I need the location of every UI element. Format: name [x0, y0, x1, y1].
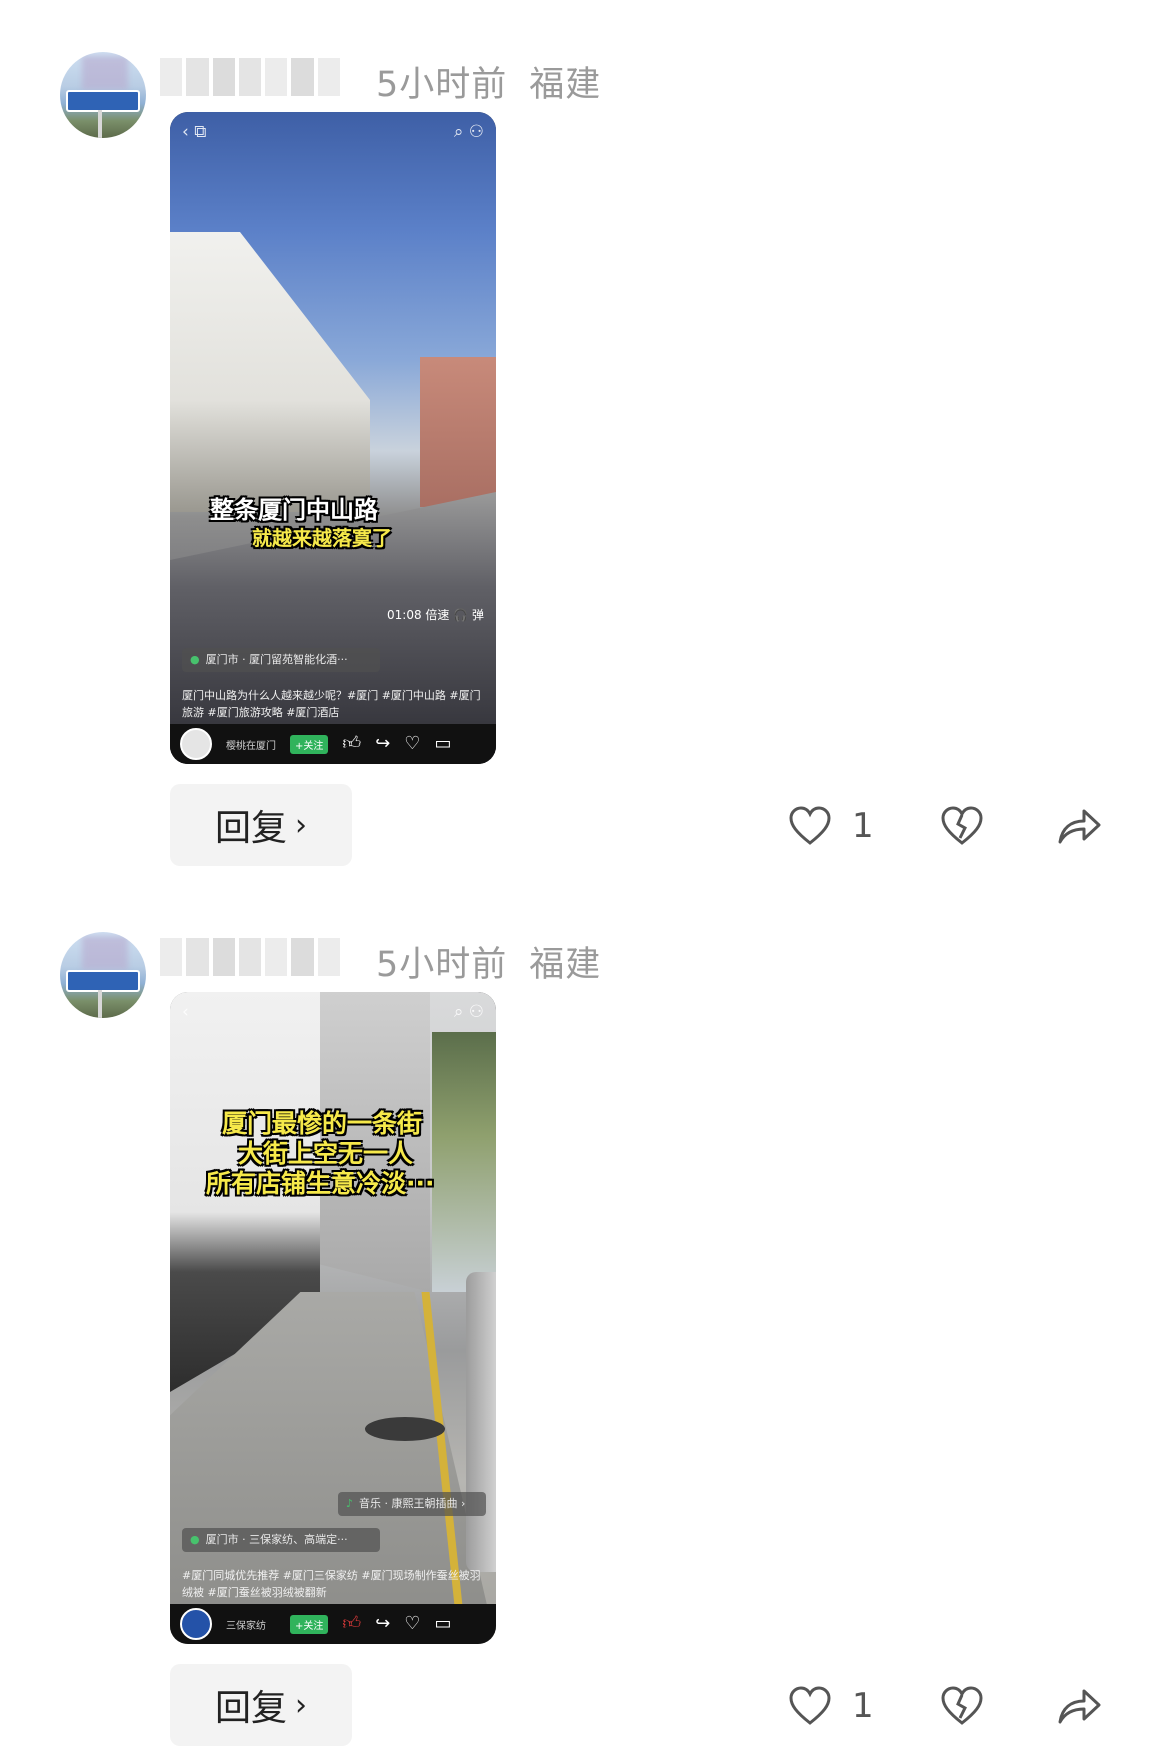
back-icon: ‹ ⧉: [182, 122, 207, 142]
comment-location: 福建: [529, 945, 602, 985]
reply-button[interactable]: 回复 ›: [170, 784, 352, 866]
video-music-text: 音乐 · 康熙王朝插曲 ›: [359, 1497, 466, 1510]
comment-icon: ▭: [434, 733, 452, 754]
video-description: 厦门中山路为什么人越来越少呢？#厦门 #厦门中山路 #厦门旅游 #厦门旅游攻略 …: [182, 689, 481, 719]
chevron-right-icon: ›: [295, 807, 307, 843]
video-follow-badge: +关注: [290, 734, 329, 754]
back-icon: ‹: [182, 1002, 189, 1022]
share-arrow-icon: [1058, 1689, 1101, 1724]
broken-heart-icon: [941, 806, 983, 845]
video-caption-line: 所有店铺生意冷淡···: [206, 1169, 435, 1198]
video-topbar: ‹ ⌕ ⚇: [182, 1002, 484, 1026]
like-count: 1: [852, 806, 874, 846]
comment-time: 5小时前: [376, 65, 508, 105]
avatar[interactable]: [60, 932, 146, 1018]
video-bottom-bar: 三保家纺 +关注 👍︎ ↪ ♡ ▭: [170, 1604, 496, 1644]
comment-meta: 5小时前 福建: [376, 936, 601, 987]
video-location-text: 厦门市 · 厦门留苑智能化酒···: [205, 653, 348, 666]
video-follow-badge: +关注: [290, 1614, 329, 1634]
search-profile-icons: ⌕ ⚇: [453, 1002, 484, 1022]
like-button[interactable]: 1: [788, 802, 874, 850]
video-music-tag: ♪ 音乐 · 康熙王朝插曲 ›: [338, 1492, 486, 1516]
like-button[interactable]: 1: [788, 1682, 874, 1730]
video-bottom-bar: 樱桃在厦门 +关注 👍︎ ↪ ♡ ▭: [170, 724, 496, 764]
comment-icon: ▭: [434, 1613, 452, 1634]
share-button[interactable]: [1056, 1682, 1102, 1730]
reply-label: 回复: [214, 1688, 287, 1729]
video-caption-line: 就越来越落寞了: [252, 526, 392, 550]
share-arrow-icon: [1058, 809, 1101, 844]
avatar[interactable]: [60, 52, 146, 138]
video-caption-line: 整条厦门中山路: [210, 496, 378, 524]
comment-actions: 回复 › 1: [0, 784, 1152, 866]
dislike-button[interactable]: [940, 1682, 984, 1730]
comment-location: 福建: [529, 65, 602, 105]
reply-label: 回复: [214, 808, 287, 849]
heart-icon: ♡: [404, 1613, 421, 1634]
video-author-name: 三保家纺: [226, 1620, 266, 1632]
player-info: 01:08 倍速 🎧 弹: [387, 608, 484, 622]
dislike-button[interactable]: [940, 802, 984, 850]
share-icon: ↪: [375, 733, 391, 754]
search-profile-icons: ⌕ ⚇: [453, 122, 484, 142]
broken-heart-icon: [941, 1686, 983, 1725]
username-blurred[interactable]: [160, 58, 340, 96]
chevron-right-icon: ›: [295, 1687, 307, 1723]
video-author-avatar: [180, 728, 212, 760]
video-author-name: 樱桃在厦门: [226, 740, 276, 752]
heart-icon: ♡: [404, 733, 421, 754]
video-description: #厦门同城优先推荐 #厦门三保家纺 #厦门现场制作蚕丝被羽绒被 #厦门蚕丝被羽绒…: [182, 1569, 481, 1599]
share-icon: ↪: [375, 1613, 391, 1634]
video-location-tag: ● 厦门市 · 三保家纺、高端定···: [182, 1528, 380, 1552]
comment-actions: 回复 › 1: [0, 1664, 1152, 1746]
like-count: 1: [852, 1686, 874, 1726]
share-button[interactable]: [1056, 802, 1102, 850]
reply-button[interactable]: 回复 ›: [170, 1664, 352, 1746]
video-topbar: ‹ ⧉ ⌕ ⚇: [182, 122, 484, 146]
video-thumbnail[interactable]: ‹ ⧉ ⌕ ⚇ 整条厦门中山路 就越来越落寞了 01:08 倍速 🎧 弹 ● 厦门…: [170, 112, 496, 764]
video-thumbnail[interactable]: ‹ ⌕ ⚇ 厦门最惨的一条街 大街上空无一人 所有店铺生意冷淡··· ♪ 音乐 ·…: [170, 992, 496, 1644]
comment-time: 5小时前: [376, 945, 508, 985]
location-pin-icon: ●: [190, 1533, 200, 1546]
video-author-avatar: [180, 1608, 212, 1640]
thumb-up-icon: 👍︎: [342, 1613, 362, 1634]
location-pin-icon: ●: [190, 653, 200, 666]
thumb-up-icon: 👍︎: [342, 733, 362, 754]
heart-outline-icon: [789, 1686, 831, 1725]
username-blurred[interactable]: [160, 938, 340, 976]
comment-meta: 5小时前 福建: [376, 56, 601, 107]
video-location-tag: ● 厦门市 · 厦门留苑智能化酒···: [182, 648, 380, 672]
music-icon: ♪: [346, 1497, 354, 1510]
video-location-text: 厦门市 · 三保家纺、高端定···: [205, 1533, 348, 1546]
heart-outline-icon: [789, 806, 831, 845]
